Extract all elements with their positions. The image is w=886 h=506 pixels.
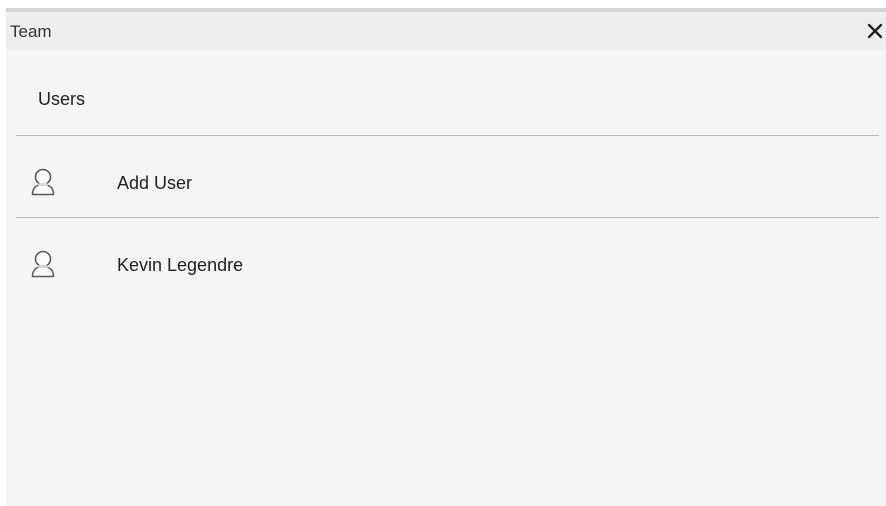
panel-title: Team xyxy=(10,22,52,41)
close-icon xyxy=(867,23,883,39)
users-section-title: Users xyxy=(38,89,86,109)
add-user-item[interactable]: Add User xyxy=(16,154,879,214)
add-user-label: Add User xyxy=(117,173,193,193)
user-icon xyxy=(30,250,56,280)
team-panel: Team Users Add User Kevin Legendre xyxy=(6,8,886,506)
user-item-kevin-legendre[interactable]: Kevin Legendre xyxy=(16,236,879,296)
close-button[interactable] xyxy=(864,20,886,42)
panel-titlebar: Team xyxy=(6,12,886,50)
user-icon xyxy=(30,168,56,198)
divider xyxy=(16,135,879,136)
divider xyxy=(16,217,879,218)
user-name-label: Kevin Legendre xyxy=(117,255,244,275)
